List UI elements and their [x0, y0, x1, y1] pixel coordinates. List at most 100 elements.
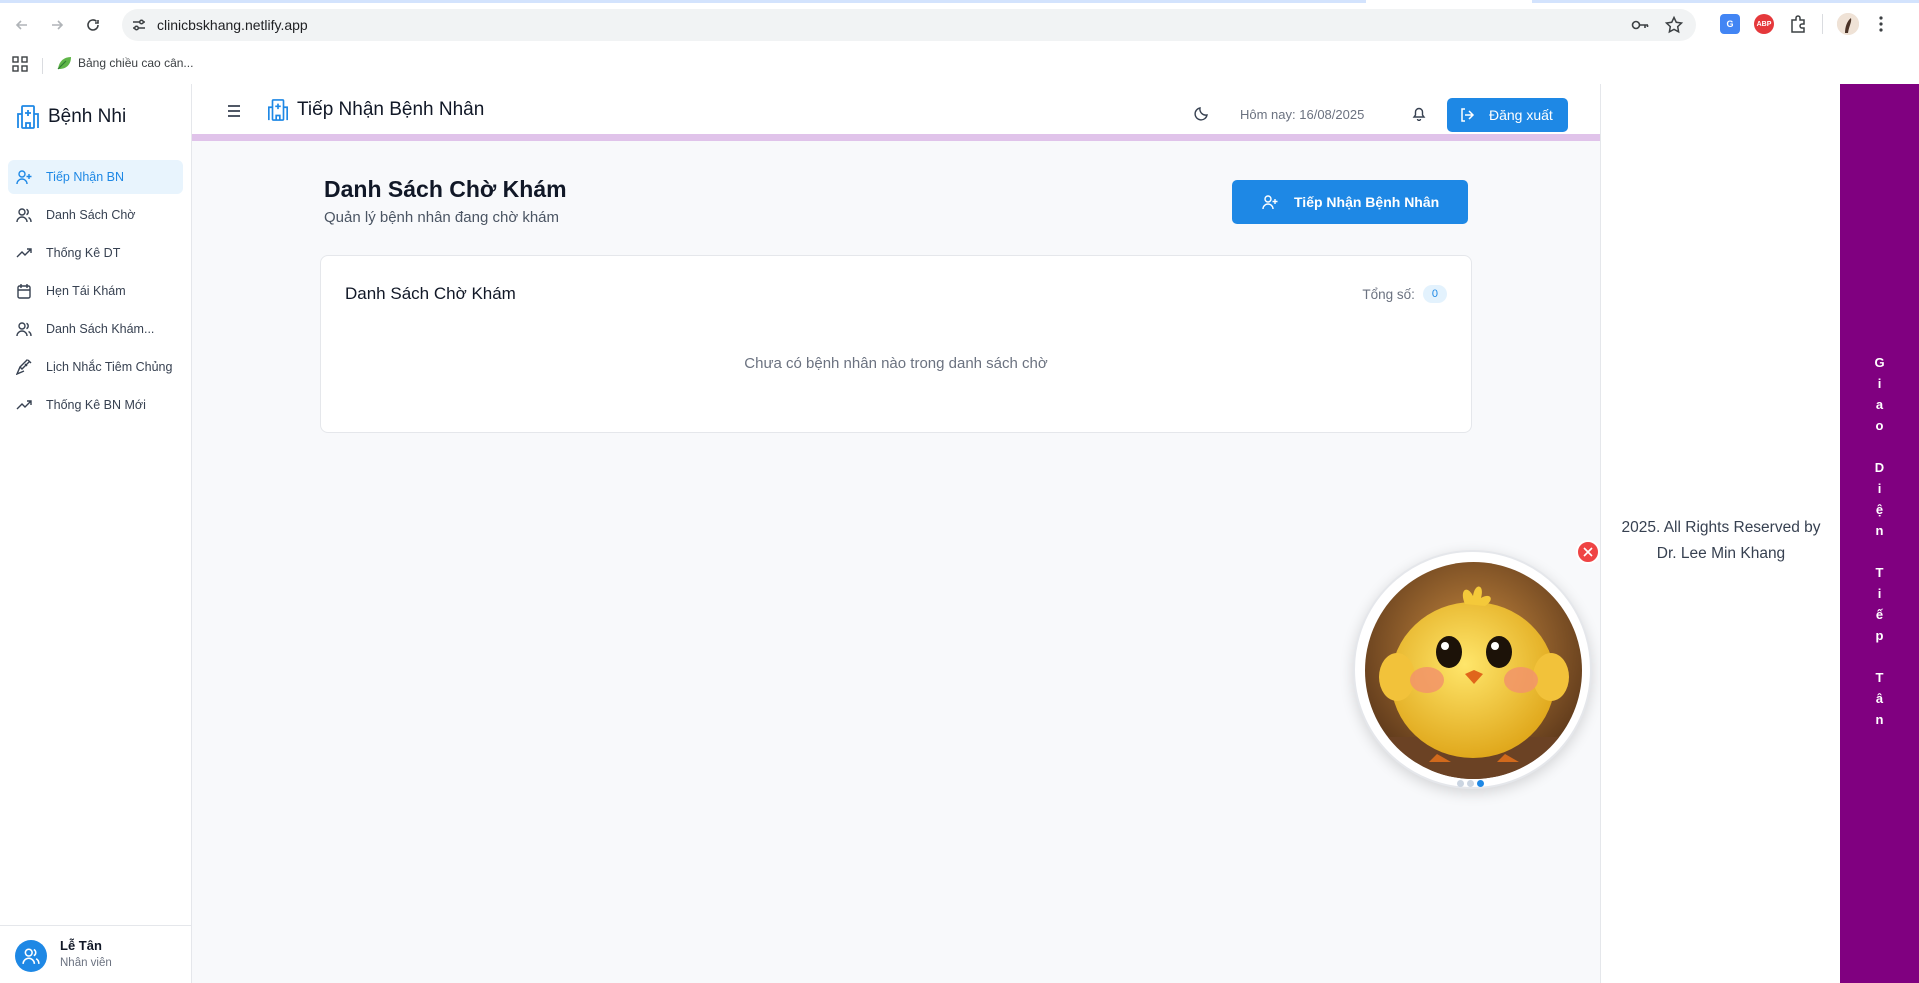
waiting-list-card: Danh Sách Chờ Khám Tổng số: 0 Chưa có bệ…	[320, 255, 1472, 433]
copyright-line-2: Dr. Lee Min Khang	[1656, 545, 1786, 562]
bookmarks-bar: Bảng chiều cao cân...	[0, 50, 1919, 84]
user-name: Lễ Tân	[60, 938, 102, 953]
bell-icon[interactable]	[1411, 105, 1427, 121]
vertical-banner-char: G	[1874, 355, 1885, 370]
carousel-dot[interactable]	[1457, 780, 1464, 787]
vertical-banner-char: i	[1877, 586, 1882, 601]
page-title: Tiếp Nhận Bệnh Nhân	[297, 99, 485, 120]
carousel-dot[interactable]	[1467, 780, 1474, 787]
tab-strip-segment	[1532, 0, 1919, 3]
apps-grid-icon[interactable]	[12, 56, 28, 72]
sidebar-item-label: Danh Sách Chờ	[46, 208, 136, 222]
arrow-right-icon	[52, 20, 64, 30]
brand-title: Bệnh Nhi	[48, 106, 127, 127]
add-patient-button[interactable]: Tiếp Nhận Bệnh Nhân	[1232, 180, 1468, 224]
close-mascot-button[interactable]	[1576, 540, 1600, 564]
carousel-dots	[1457, 780, 1484, 787]
sidebar-item-label: Thống Kê DT	[46, 246, 121, 260]
forward-button[interactable]	[46, 14, 68, 36]
sidebar: Bệnh Nhi Tiếp Nhận BN Danh Sách Chờ Thốn…	[0, 84, 192, 983]
sidebar-item-label: Thống Kê BN Mới	[46, 398, 146, 412]
reload-button[interactable]	[82, 14, 104, 36]
vertical-banner-char: D	[1874, 460, 1885, 475]
sidebar-item-hen-tai-kham[interactable]: Hẹn Tái Khám	[8, 274, 183, 308]
sidebar-item-tiep-nhan-bn[interactable]: Tiếp Nhận BN	[8, 160, 183, 194]
vertical-banner: Giao Diện Tiếp Tân	[1840, 84, 1919, 983]
empty-state-message: Chưa có bệnh nhân nào trong danh sách ch…	[744, 355, 1048, 372]
hamburger-menu-icon[interactable]	[226, 104, 242, 118]
key-icon[interactable]	[1630, 15, 1650, 35]
count-badge: 0	[1422, 285, 1447, 303]
users-icon	[16, 208, 32, 223]
vertical-banner-char	[1878, 436, 1882, 457]
vertical-banner-char: â	[1875, 691, 1884, 706]
add-patient-label: Tiếp Nhận Bệnh Nhân	[1294, 194, 1440, 210]
main-content: Tiếp Nhận Bệnh Nhân Hôm nay: 16/08/2025 …	[192, 84, 1600, 983]
calendar-icon	[17, 284, 31, 299]
vertical-banner-char: a	[1875, 397, 1884, 412]
sidebar-item-thong-ke-bn-moi[interactable]: Thống Kê BN Mới	[8, 388, 183, 422]
user-plus-icon	[1262, 195, 1278, 210]
logout-icon	[1461, 108, 1475, 122]
vertical-banner-char: p	[1875, 628, 1884, 643]
card-title: Danh Sách Chờ Khám	[345, 284, 516, 303]
sidebar-item-danh-sach-cho[interactable]: Danh Sách Chờ	[8, 198, 183, 232]
url-text: clinicbskhang.netlify.app	[157, 17, 308, 33]
tab-strip-segment	[0, 0, 1366, 3]
site-info-icon[interactable]	[130, 16, 148, 34]
hospital-icon	[17, 105, 39, 129]
mascot-image	[1365, 562, 1582, 779]
vertical-banner-char: o	[1875, 418, 1884, 433]
bookmark-label: Bảng chiều cao cân...	[78, 56, 194, 70]
back-button[interactable]	[11, 14, 33, 36]
vertical-banner-char: T	[1875, 670, 1884, 685]
hospital-icon	[268, 99, 288, 121]
logout-button[interactable]: Đăng xuất	[1447, 98, 1568, 132]
bookmark-item[interactable]: Bảng chiều cao cân...	[56, 55, 193, 71]
header-title-group: Tiếp Nhận Bệnh Nhân	[267, 98, 484, 122]
vertical-banner-char: i	[1877, 376, 1882, 391]
sidebar-item-label: Hẹn Tái Khám	[46, 284, 126, 298]
syringe-icon	[16, 359, 32, 375]
profile-avatar[interactable]	[1837, 13, 1859, 35]
sidebar-item-label: Danh Sách Khám...	[46, 322, 155, 336]
address-bar[interactable]: clinicbskhang.netlify.app	[122, 9, 1696, 41]
brand[interactable]: Bệnh Nhi	[16, 104, 126, 130]
total-label: Tổng số:	[1362, 286, 1415, 302]
vertical-banner-char: ệ	[1875, 502, 1884, 517]
sidebar-item-danh-sach-kham[interactable]: Danh Sách Khám...	[8, 312, 183, 346]
section-title: Danh Sách Chờ Khám	[324, 176, 567, 202]
leaf-icon	[57, 57, 71, 70]
arrow-left-icon	[15, 20, 27, 30]
bookmark-separator	[42, 58, 43, 74]
user-role: Nhân viên	[60, 957, 112, 969]
vertical-banner-char: i	[1877, 481, 1882, 496]
sidebar-item-lich-nhac-tiem-chung[interactable]: Lịch Nhắc Tiêm Chủng	[8, 350, 183, 384]
adblock-extension-icon[interactable]: ABP	[1754, 14, 1774, 34]
vertical-banner-char: n	[1875, 712, 1884, 727]
vertical-banner-char: T	[1875, 565, 1884, 580]
trending-up-icon	[16, 248, 32, 258]
carousel-dot-active[interactable]	[1477, 780, 1484, 787]
vertical-banner-char: n	[1875, 523, 1884, 538]
user-profile[interactable]: Lễ Tân Nhân viên	[0, 925, 191, 983]
copyright-text: 2025. All Rights Reserved by Dr. Lee Min…	[1601, 515, 1841, 567]
copyright-line-1: 2025. All Rights Reserved by	[1621, 519, 1821, 536]
sidebar-item-thong-ke-dt[interactable]: Thống Kê DT	[8, 236, 183, 270]
vertical-banner-char	[1878, 541, 1882, 562]
kebab-menu-icon[interactable]	[1873, 14, 1889, 34]
moon-icon[interactable]	[1194, 105, 1210, 121]
logout-label: Đăng xuất	[1489, 107, 1553, 123]
users-icon	[16, 322, 32, 337]
mascot-widget[interactable]	[1353, 550, 1592, 789]
vertical-banner-text: Giao Diện Tiếp Tân	[1840, 352, 1919, 730]
tab-strip	[0, 0, 1919, 3]
close-icon	[1583, 547, 1593, 557]
translate-extension-icon[interactable]: G	[1720, 14, 1740, 34]
top-header: Tiếp Nhận Bệnh Nhân Hôm nay: 16/08/2025 …	[192, 84, 1600, 141]
star-icon[interactable]	[1664, 15, 1684, 35]
puzzle-extension-icon[interactable]	[1788, 14, 1808, 34]
vertical-banner-char: ế	[1875, 607, 1884, 622]
chick-mascot-icon	[1365, 562, 1582, 779]
sidebar-item-label: Lịch Nhắc Tiêm Chủng	[46, 360, 173, 374]
